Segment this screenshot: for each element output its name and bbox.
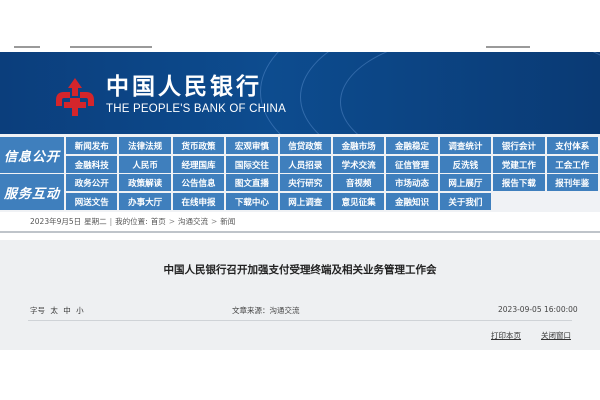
nav-item-financial-market[interactable]: 金融市场 — [332, 137, 385, 154]
top-bar — [0, 0, 600, 52]
nav-item-announcements[interactable]: 公告信息 — [172, 174, 225, 191]
nav-item-online-survey[interactable]: 网上调查 — [279, 193, 331, 210]
nav-item-download-center[interactable]: 下载中心 — [226, 193, 278, 210]
brand-name-cn[interactable]: 中国人民银行 — [106, 73, 262, 101]
nav-section-service: 服务互动 政务公开 政策解读 公告信息 图文直播 央行研究 音视频 市场动态 网… — [0, 174, 600, 210]
nav-item-party-work[interactable]: 党建工作 — [493, 156, 545, 173]
breadcrumb-home[interactable]: 首页 — [151, 216, 166, 227]
article-meta: 字号 太 中 小 文章来源：沟通交流 2023-09-05 16:00:00 — [0, 305, 600, 317]
nav-item-market-news[interactable]: 市场动态 — [386, 174, 438, 191]
font-size-large[interactable]: 太 — [50, 306, 58, 315]
nav-item-macroprudential[interactable]: 宏观审慎 — [226, 137, 278, 154]
print-page-link[interactable]: 打印本页 — [491, 330, 521, 341]
breadcrumb-date: 2023年9月5日 — [30, 216, 82, 226]
article-actions: 打印本页 关闭窗口 — [0, 330, 600, 342]
article-date: 2023-09-05 16:00:00 — [498, 305, 578, 314]
nav-item-union-work[interactable]: 工会工作 — [546, 156, 598, 173]
font-size-medium[interactable]: 中 — [63, 306, 71, 315]
nav-item-news[interactable]: 新闻发布 — [66, 137, 118, 154]
nav-item-laws[interactable]: 法律法规 — [119, 137, 171, 154]
nav-item-audio-video[interactable]: 音视频 — [332, 174, 385, 191]
nav-item-opinion-collection[interactable]: 意见征集 — [332, 193, 385, 210]
pboc-emblem-icon — [56, 78, 94, 116]
nav-section-label-service: 服务互动 — [0, 174, 64, 210]
breadcrumb-divider: | — [109, 216, 113, 226]
nav-item-live-broadcast[interactable]: 图文直播 — [226, 174, 278, 191]
font-size-label: 字号 — [30, 306, 45, 315]
nav-item-gov-affairs[interactable]: 政务公开 — [66, 174, 118, 191]
nav-item-credit-reference[interactable]: 征信管理 — [386, 156, 438, 173]
nav-item-treasury[interactable]: 经理国库 — [172, 156, 225, 173]
article-source: 文章来源：沟通交流 — [232, 306, 300, 315]
nav-item-academic[interactable]: 学术交流 — [332, 156, 385, 173]
breadcrumb-separator: > — [211, 216, 218, 226]
nav-item-yearbooks[interactable]: 报刊年鉴 — [546, 174, 598, 191]
breadcrumb-separator: > — [168, 216, 175, 226]
nav-item-report-download[interactable]: 报告下载 — [493, 174, 545, 191]
nav-item-credit-policy[interactable]: 信贷政策 — [279, 137, 331, 154]
nav-item-bank-accounting[interactable]: 银行会计 — [493, 137, 545, 154]
nav-section-label-info: 信息公开 — [0, 137, 64, 173]
font-size-controls: 字号 太 中 小 — [30, 305, 84, 316]
font-size-small[interactable]: 小 — [76, 306, 84, 315]
section-divider — [0, 231, 600, 233]
nav-item-monetary-policy[interactable]: 货币政策 — [172, 137, 225, 154]
breadcrumb-news[interactable]: 新闻 — [220, 216, 235, 227]
article-title: 中国人民银行召开加强支付受理终端及相关业务管理工作会 — [163, 264, 437, 276]
top-divider-mid — [70, 46, 152, 48]
nav-item-service-hall[interactable]: 办事大厅 — [119, 193, 171, 210]
meta-divider — [28, 320, 572, 321]
nav-item-statistics[interactable]: 调查统计 — [439, 137, 492, 154]
nav-item-online-exhibition[interactable]: 网上展厅 — [439, 174, 492, 191]
nav-section-info: 信息公开 新闻发布 法律法规 货币政策 宏观审慎 信贷政策 金融市场 金融稳定 … — [0, 137, 600, 173]
nav-item-payment-system[interactable]: 支付体系 — [546, 137, 598, 154]
close-window-link[interactable]: 关闭窗口 — [541, 330, 571, 341]
nav-item-online-declaration[interactable]: 在线申报 — [172, 193, 225, 210]
nav-item-financial-knowledge[interactable]: 金融知识 — [386, 193, 438, 210]
breadcrumb-weekday: 星期二 — [84, 216, 107, 226]
nav-item-recruitment[interactable]: 人员招录 — [279, 156, 331, 173]
top-divider-right — [486, 46, 530, 48]
nav-item-research[interactable]: 央行研究 — [279, 174, 331, 191]
nav-item-rmb[interactable]: 人民币 — [119, 156, 171, 173]
nav-item-international[interactable]: 国际交往 — [226, 156, 278, 173]
nav-item-anti-money-laundering[interactable]: 反洗钱 — [439, 156, 492, 173]
brand-name-en: THE PEOPLE'S BANK OF CHINA — [106, 103, 286, 115]
nav-item-fintech[interactable]: 金融科技 — [66, 156, 118, 173]
breadcrumb: 2023年9月5日 星期二 | 我的位置: 首页 > 沟通交流 > 新闻 — [0, 212, 600, 230]
nav-item-financial-stability[interactable]: 金融稳定 — [386, 137, 438, 154]
nav-item-policy-interpretation[interactable]: 政策解读 — [119, 174, 171, 191]
top-divider-left — [14, 46, 40, 48]
breadcrumb-communication[interactable]: 沟通交流 — [178, 216, 208, 227]
breadcrumb-prefix: 我的位置: — [115, 216, 148, 226]
nav-item-gazette[interactable]: 网送文告 — [66, 193, 118, 210]
nav-item-about-us[interactable]: 关于我们 — [439, 193, 492, 210]
